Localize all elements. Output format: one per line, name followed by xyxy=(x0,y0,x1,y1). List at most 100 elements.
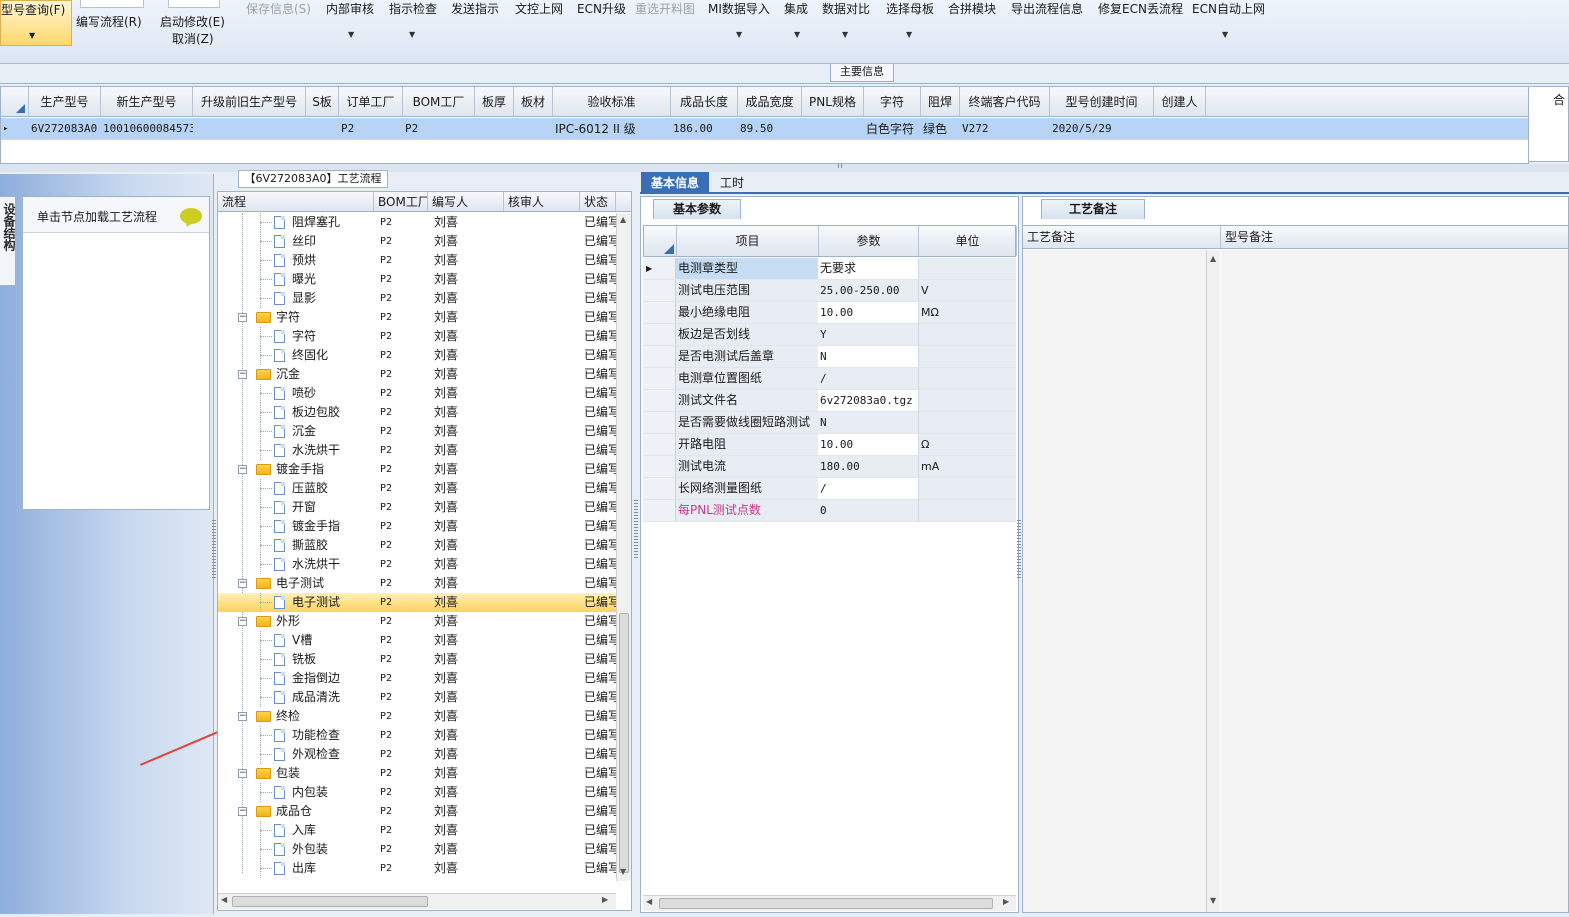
tree-row[interactable]: − 镀金手指 P2 刘喜 已编写 xyxy=(218,460,616,479)
tree-horizontal-scrollbar[interactable]: ◀ ▶ xyxy=(218,893,616,909)
params-row[interactable]: 每PNL测试点数 0 xyxy=(643,500,1016,522)
scroll-down-icon[interactable]: ▼ xyxy=(620,867,626,876)
grid-col-header[interactable]: 字符 xyxy=(864,87,921,117)
row-selector[interactable] xyxy=(643,368,676,389)
tree-row[interactable]: 外包装 P2 刘喜 已编写 xyxy=(218,840,616,859)
row-selector[interactable] xyxy=(643,280,676,301)
grid-cell[interactable]: P2 xyxy=(403,118,475,140)
grid-col-header[interactable]: 创建人 xyxy=(1154,87,1206,117)
tree-row[interactable]: 外观检查 P2 刘喜 已编写 xyxy=(218,745,616,764)
params-col-header[interactable]: 单位 xyxy=(919,226,1017,256)
row-selector[interactable] xyxy=(643,302,676,323)
grid-cell[interactable]: P2 xyxy=(339,118,403,140)
tree-row[interactable]: 水洗烘干 P2 刘喜 已编写 xyxy=(218,555,616,574)
grid-col-header[interactable]: 成品宽度 xyxy=(738,87,802,117)
params-col-header[interactable]: 项目 xyxy=(677,226,819,256)
param-value[interactable]: 10.00 xyxy=(818,434,918,455)
grid-cell[interactable]: 绿色 xyxy=(921,118,960,140)
param-value[interactable]: Y xyxy=(818,324,918,345)
row-selector[interactable] xyxy=(643,500,676,521)
scroll-right-icon[interactable]: ▶ xyxy=(1003,897,1009,906)
tree-vertical-scrollbar[interactable]: ▲ ▼ xyxy=(616,213,631,881)
tab-basic-info[interactable]: 基本信息 xyxy=(641,172,709,194)
tree-row[interactable]: 阻焊塞孔 P2 刘喜 已编写 xyxy=(218,213,616,232)
row-selector[interactable] xyxy=(643,324,676,345)
scroll-up-icon[interactable]: ▲ xyxy=(1210,254,1216,263)
tree-row[interactable]: 内包装 P2 刘喜 已编写 xyxy=(218,783,616,802)
notes-vertical-scrollbar[interactable]: ▲ ▼ xyxy=(1206,250,1220,912)
chevron-down-icon[interactable]: ▼ xyxy=(794,30,800,39)
tree-row[interactable]: − 外形 P2 刘喜 已编写 xyxy=(218,612,616,631)
tab-work-hours[interactable]: 工时 xyxy=(712,172,752,194)
tree-row[interactable]: − 成品仓 P2 刘喜 已编写 xyxy=(218,802,616,821)
grid-cell[interactable]: IPC-6012 II 级 xyxy=(553,118,671,140)
grid-col-header[interactable]: BOM工厂 xyxy=(403,87,475,117)
collapse-toggle-icon[interactable]: − xyxy=(238,465,247,474)
ribbon-item-17[interactable]: ECN自动上网 ▼ xyxy=(1192,0,1265,39)
model-notes-textarea[interactable] xyxy=(1221,250,1568,912)
tree-row[interactable]: 镀金手指 P2 刘喜 已编写 xyxy=(218,517,616,536)
ribbon-item-8[interactable]: ECN升级 xyxy=(577,0,626,17)
scroll-left-icon[interactable]: ◀ xyxy=(646,897,652,906)
product-grid-row[interactable]: ▸ 6V272083A0 10010600084573 P2 P2 IPC-6012 II… xyxy=(1,118,1528,140)
tree-col-header[interactable]: 核审人 xyxy=(504,192,580,212)
chevron-down-icon[interactable]: ▼ xyxy=(842,30,848,39)
param-value[interactable]: 10.00 xyxy=(818,302,918,323)
ribbon-item-13[interactable]: 选择母板 ▼ xyxy=(886,0,934,39)
tree-col-header[interactable]: 状态 xyxy=(580,192,616,212)
params-row[interactable]: 测试电流 180.00 mA xyxy=(643,456,1016,478)
ribbon-item-2[interactable]: 启动修改(E) 取消(Z) xyxy=(160,13,225,46)
ribbon-item-16[interactable]: 修复ECN丢流程 xyxy=(1098,0,1183,17)
grid-cell[interactable] xyxy=(514,118,553,140)
param-value[interactable]: / xyxy=(818,478,918,499)
tree-row[interactable]: − 沉金 P2 刘喜 已编写 xyxy=(218,365,616,384)
scroll-right-icon[interactable]: ▶ xyxy=(602,895,608,904)
params-row[interactable]: 测试电压范围 25.00-250.00 V xyxy=(643,280,1016,302)
ribbon-item-6[interactable]: 发送指示 xyxy=(451,0,499,17)
ribbon-item-11[interactable]: 集成 ▼ xyxy=(784,0,808,39)
grid-col-header[interactable]: 生产型号 xyxy=(29,87,101,117)
left-splitter-grip[interactable] xyxy=(212,520,216,580)
tree-col-header[interactable]: 流程 xyxy=(218,192,374,212)
ribbon-item-7[interactable]: 文控上网 xyxy=(515,0,563,17)
chevron-down-icon[interactable]: ▼ xyxy=(409,30,415,39)
params-row[interactable]: 开路电阻 10.00 Ω xyxy=(643,434,1016,456)
grid-col-header[interactable]: 板厚 xyxy=(475,87,514,117)
params-horizontal-scrollbar[interactable]: ◀ ▶ xyxy=(643,895,1016,911)
row-selector[interactable]: ▶ xyxy=(643,258,676,279)
tree-row[interactable]: − 包装 P2 刘喜 已编写 xyxy=(218,764,616,783)
tree-row[interactable]: 铣板 P2 刘喜 已编写 xyxy=(218,650,616,669)
collapse-toggle-icon[interactable]: − xyxy=(238,712,247,721)
grid-cell[interactable]: 2020/5/29 xyxy=(1050,118,1154,140)
tree-col-header[interactable]: BOM工厂 xyxy=(374,192,428,212)
ribbon-item-5[interactable]: 指示检查 ▼ xyxy=(389,0,437,39)
tree-row[interactable]: 显影 P2 刘喜 已编写 xyxy=(218,289,616,308)
row-selector[interactable] xyxy=(643,346,676,367)
right-splitter-grip[interactable] xyxy=(1017,520,1021,580)
grid-col-header[interactable]: 订单工厂 xyxy=(339,87,403,117)
ribbon-item-1[interactable]: 编写流程(R) xyxy=(76,13,142,30)
grid-col-header[interactable]: 板材 xyxy=(514,87,553,117)
tree-row[interactable]: 喷砂 P2 刘喜 已编写 xyxy=(218,384,616,403)
tree-row[interactable]: 撕蓝胶 P2 刘喜 已编写 xyxy=(218,536,616,555)
scroll-up-icon[interactable]: ▲ xyxy=(620,215,626,224)
grid-cell[interactable]: 89.50 xyxy=(738,118,802,140)
params-row[interactable]: 电测章位置图纸 / xyxy=(643,368,1016,390)
chevron-down-icon[interactable]: ▼ xyxy=(29,31,35,40)
tree-row[interactable]: − 终检 P2 刘喜 已编写 xyxy=(218,707,616,726)
ribbon-item-14[interactable]: 合拼模块 xyxy=(948,0,996,17)
grid-col-header[interactable]: S板 xyxy=(306,87,339,117)
grid-col-header[interactable]: 型号创建时间 xyxy=(1050,87,1154,117)
tab-basic-params[interactable]: 基本参数 xyxy=(653,199,741,219)
tree-row[interactable]: 出库 P2 刘喜 已编写 xyxy=(218,859,616,878)
grid-cell[interactable]: 白色字符 xyxy=(864,118,921,140)
param-value[interactable]: / xyxy=(818,368,918,389)
tree-row[interactable]: 开窗 P2 刘喜 已编写 xyxy=(218,498,616,517)
collapse-toggle-icon[interactable]: − xyxy=(238,807,247,816)
horizontal-splitter[interactable] xyxy=(0,164,1569,172)
tree-vscroll-thumb[interactable] xyxy=(619,613,629,873)
param-value[interactable]: 0 xyxy=(818,500,918,521)
params-row[interactable]: 是否需要做线圈短路测试 N xyxy=(643,412,1016,434)
grid-col-header[interactable]: PNL规格 xyxy=(802,87,864,117)
tree-row[interactable]: 丝印 P2 刘喜 已编写 xyxy=(218,232,616,251)
